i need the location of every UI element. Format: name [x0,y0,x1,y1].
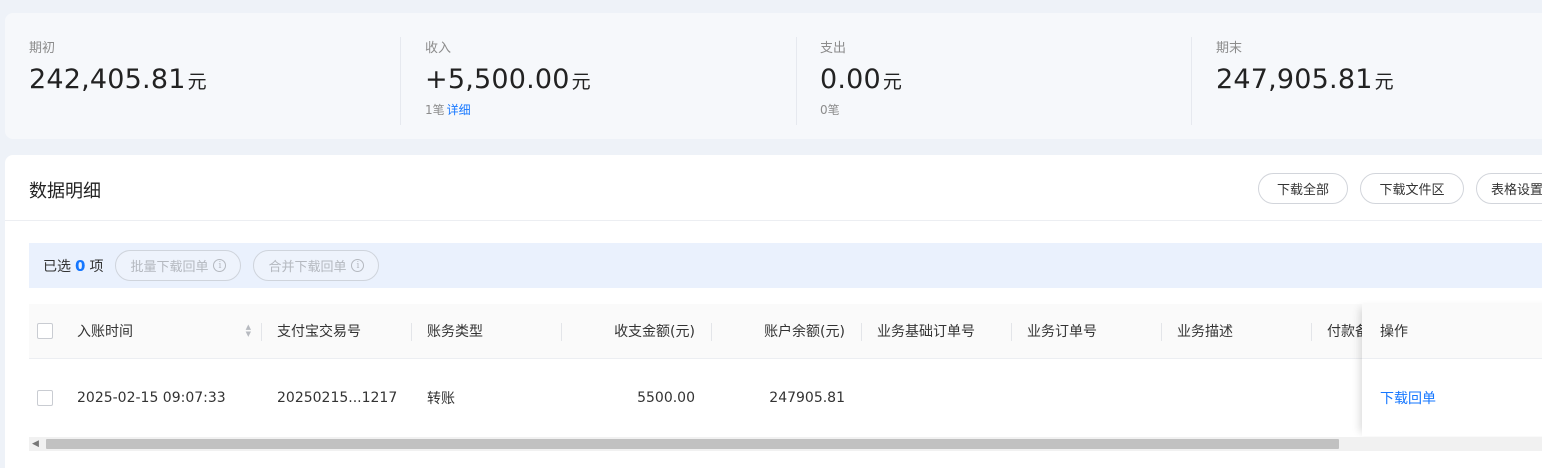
stat-closing-amount: 247,905.81 [1216,64,1373,95]
selection-suffix: 项 [89,258,104,275]
selection-bar: 已选 0 项 批量下载回单 i 合并下载回单 i [29,243,1542,288]
col-amount: 收支金额(元) [614,324,695,340]
batch-download-button[interactable]: 批量下载回单 i [115,250,242,281]
cell-base-order [877,359,1011,436]
col-time[interactable]: 入账时间 ▲ ▼ [77,304,261,358]
col-order: 业务订单号 [1027,324,1097,340]
cell-order [1027,359,1161,436]
col-divider [1011,323,1012,341]
stat-expense-amount: 0.00 [820,64,881,95]
col-action: 操作 [1380,324,1408,340]
col-desc: 业务描述 [1177,324,1233,340]
stat-income-value: +5,500.00 元 [425,64,796,95]
merge-download-label: 合并下载回单 [268,260,347,275]
col-trade-no: 支付宝交易号 [277,324,361,340]
scroll-left-arrow-icon[interactable]: ◀ [32,439,39,449]
income-detail-link[interactable]: 详细 [447,103,471,117]
batch-download-label: 批量下载回单 [130,260,209,275]
stat-expense-unit: 元 [882,71,903,93]
row-checkbox[interactable] [37,389,53,406]
cell-time: 2025-02-15 09:07:33 [77,389,226,406]
selection-count: 0 [75,256,86,275]
select-all-cell [37,304,61,358]
select-all-checkbox[interactable] [37,323,53,339]
summary-card: 期初 242,405.81 元 收入 +5,500.00 元 1笔 详细 支出 0.0… [5,13,1542,139]
stat-opening-unit: 元 [187,71,207,93]
stat-closing-unit: 元 [1374,71,1394,93]
fixed-action-column: 操作 下载回单 [1362,304,1542,436]
action-header: 操作 [1362,304,1542,359]
stat-income-sub: 1笔 详细 [425,101,796,118]
table-row: 2025-02-15 09:07:33 20250215...1217 转账 5… [29,359,1542,436]
col-payer-note: 付款备 [1327,324,1367,340]
col-time-label: 入账时间 [77,324,133,340]
stat-opening: 期初 242,405.81 元 [29,37,401,125]
cell-type: 转账 [427,390,455,407]
row-select-cell [37,359,61,436]
table-settings-button[interactable]: 表格设置 [1476,173,1542,204]
stat-expense-sub: 0笔 [820,101,1191,118]
stat-opening-label: 期初 [29,41,56,56]
cell-desc [1177,359,1311,436]
col-divider [261,323,262,341]
download-receipt-link[interactable]: 下载回单 [1380,388,1436,408]
info-circle-icon: i [213,259,227,272]
stat-income-unit: 元 [571,71,591,93]
col-base-order: 业务基础订单号 [877,324,975,340]
stat-closing: 期末 247,905.81 元 [1216,37,1536,125]
cell-balance: 247905.81 [769,389,845,406]
stat-expense-count: 0笔 [820,103,840,117]
stat-expense-label: 支出 [820,41,847,56]
stat-income-count: 1笔 [425,103,445,117]
stat-closing-label: 期末 [1216,41,1243,56]
table-header: 入账时间 ▲ ▼ 支付宝交易号 账务类型 收支金额(元) 账户余额(元) 业务基础… [29,304,1542,359]
transactions-table: 入账时间 ▲ ▼ 支付宝交易号 账务类型 收支金额(元) 账户余额(元) 业务基础… [29,304,1542,436]
stat-opening-amount: 242,405.81 [29,64,186,95]
col-type: 账务类型 [427,324,483,340]
col-divider [411,323,412,341]
col-divider [1311,323,1312,341]
cell-payer-note [1327,359,1367,436]
action-cell: 下载回单 [1362,359,1542,436]
stat-expense-value: 0.00 元 [820,64,1191,95]
download-all-button[interactable]: 下载全部 [1258,173,1348,204]
info-circle-icon: i [351,259,365,272]
stat-income-label: 收入 [425,41,452,56]
sort-icon[interactable]: ▲ ▼ [246,324,251,338]
col-balance: 账户余额(元) [764,324,845,340]
horizontal-scrollbar[interactable]: ◀ [29,437,1542,451]
stat-expense: 支出 0.00 元 0笔 [820,37,1192,125]
panel-title: 数据明细 [29,181,101,202]
scrollbar-thumb[interactable] [46,439,1339,449]
cell-trade-no: 20250215...1217 [277,389,398,406]
selection-prefix: 已选 [43,258,71,275]
stat-closing-value: 247,905.81 元 [1216,64,1536,95]
cell-amount: 5500.00 [637,389,695,406]
col-divider [1161,323,1162,341]
data-detail-panel: 数据明细 下载全部 下载文件区 表格设置 已选 0 项 批量下载回单 i 合并下… [5,155,1542,468]
stat-opening-value: 242,405.81 元 [29,64,400,95]
merge-download-button[interactable]: 合并下载回单 i [253,250,380,281]
stat-income-amount: +5,500.00 [425,64,570,95]
col-divider [861,323,862,341]
stat-income: 收入 +5,500.00 元 1笔 详细 [425,37,797,125]
panel-header: 数据明细 下载全部 下载文件区 表格设置 [5,155,1542,221]
download-area-button[interactable]: 下载文件区 [1360,173,1464,204]
